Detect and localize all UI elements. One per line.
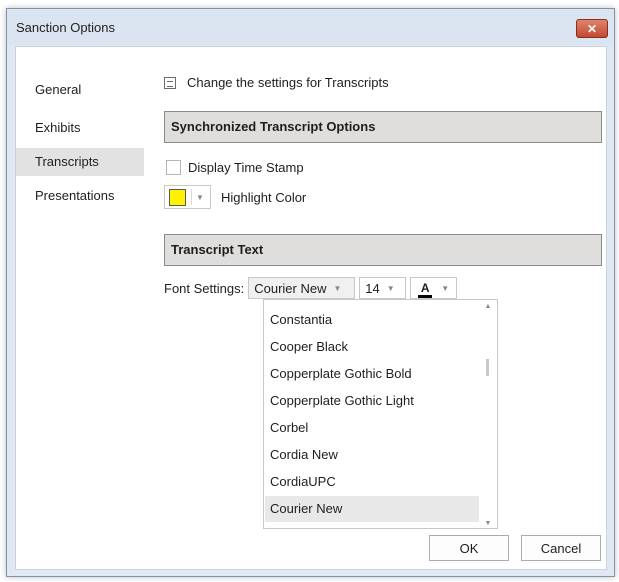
display-timestamp-checkbox[interactable]	[166, 160, 181, 175]
ok-button[interactable]: OK	[429, 535, 509, 561]
highlight-color-label: Highlight Color	[221, 189, 307, 205]
font-settings-row: Font Settings: Courier New ▼ 14 ▼ A ▼	[164, 277, 458, 299]
display-timestamp-row[interactable]: Display Time Stamp	[166, 160, 304, 175]
window-title: Sanction Options	[16, 20, 116, 35]
dropdown-scrollbar[interactable]: ▲ ▼	[480, 301, 496, 527]
settings-content: Change the settings for Transcripts Sync…	[153, 47, 606, 569]
font-color-icon: A	[416, 281, 434, 298]
font-settings-label: Font Settings:	[164, 280, 245, 296]
options-nav: General Exhibits Transcripts Presentatio…	[16, 47, 147, 569]
scroll-up-icon[interactable]: ▲	[480, 303, 496, 310]
highlight-color-swatch	[169, 188, 186, 206]
chevron-down-icon: ▼	[386, 283, 395, 293]
font-size-value: 14	[365, 280, 380, 296]
font-family-value: Courier New	[254, 280, 327, 296]
page-heading: Change the settings for Transcripts	[164, 75, 389, 90]
nav-item-exhibits[interactable]: Exhibits	[16, 114, 144, 142]
cancel-button[interactable]: Cancel	[521, 535, 601, 561]
sanction-options-dialog: Sanction Options ✕ General Exhibits Tran…	[6, 8, 615, 577]
font-size-select[interactable]: 14 ▼	[359, 277, 407, 299]
font-option[interactable]: Copperplate Gothic Bold	[265, 361, 479, 387]
font-family-select[interactable]: Courier New ▼	[248, 277, 356, 299]
nav-item-presentations[interactable]: Presentations	[16, 182, 144, 210]
chevron-down-icon: ▼	[196, 192, 204, 202]
highlight-color-picker[interactable]: ▼	[164, 185, 211, 209]
scroll-thumb[interactable]	[486, 359, 489, 376]
transcript-text-header: Transcript Text	[164, 234, 602, 266]
highlight-color-row: ▼ Highlight Color	[164, 185, 306, 209]
font-option[interactable]: Constantia	[265, 307, 479, 333]
chevron-down-icon: ▼	[333, 283, 342, 293]
font-option[interactable]: Cordia New	[265, 442, 479, 468]
page-heading-text: Change the settings for Transcripts	[187, 75, 389, 90]
nav-item-general[interactable]: General	[16, 76, 144, 104]
chevron-down-icon: ▼	[441, 283, 450, 293]
scroll-down-icon[interactable]: ▼	[480, 520, 496, 527]
settings-page-icon	[164, 76, 176, 89]
font-option[interactable]: Cooper Black	[265, 334, 479, 360]
sync-options-header: Synchronized Transcript Options	[164, 111, 602, 143]
font-option[interactable]: CordiaUPC	[265, 469, 479, 495]
close-icon: ✕	[586, 21, 598, 36]
dialog-client-area: General Exhibits Transcripts Presentatio…	[15, 46, 607, 570]
title-bar: Sanction Options ✕	[7, 9, 614, 45]
font-option[interactable]: Copperplate Gothic Light	[265, 388, 479, 414]
font-option-selected[interactable]: Courier New	[265, 496, 479, 522]
font-family-dropdown-list[interactable]: Constantia Cooper Black Copperplate Goth…	[263, 299, 498, 529]
font-color-picker[interactable]: A ▼	[410, 277, 458, 299]
display-timestamp-label: Display Time Stamp	[188, 160, 304, 175]
font-option[interactable]: Corbel	[265, 415, 479, 441]
close-button[interactable]: ✕	[576, 19, 608, 38]
nav-item-transcripts[interactable]: Transcripts	[16, 148, 144, 176]
